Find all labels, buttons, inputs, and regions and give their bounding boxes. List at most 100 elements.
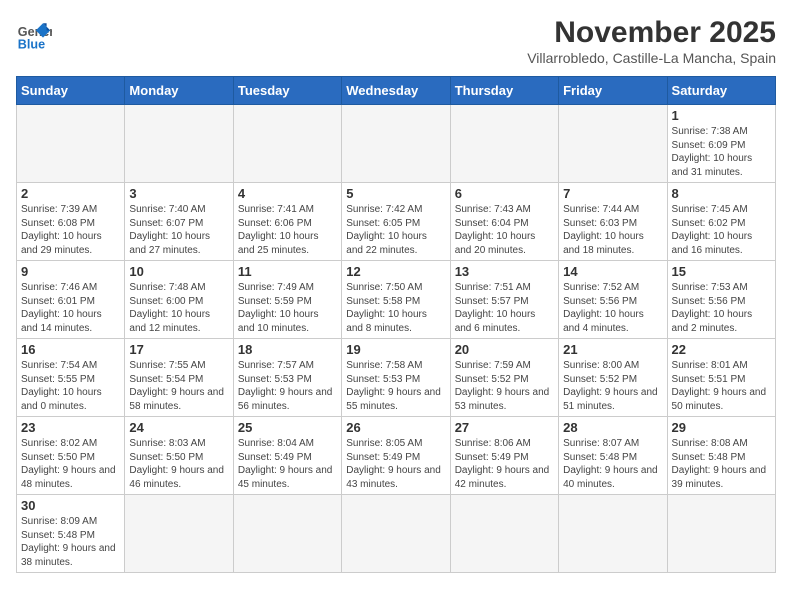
day-cell: 4 Sunrise: 7:41 AM Sunset: 6:06 PM Daylig… <box>233 183 341 261</box>
weekday-header-row: SundayMondayTuesdayWednesdayThursdayFrid… <box>17 77 776 105</box>
day-cell: 20 Sunrise: 7:59 AM Sunset: 5:52 PM Dayli… <box>450 339 558 417</box>
day-cell: 28Sunrise: 8:07 AM Sunset: 5:48 PM Dayli… <box>559 417 667 495</box>
day-cell: 26Sunrise: 8:05 AM Sunset: 5:49 PM Dayli… <box>342 417 450 495</box>
day-cell: 11 Sunrise: 7:49 AM Sunset: 5:59 PM Dayli… <box>233 261 341 339</box>
weekday-header-saturday: Saturday <box>667 77 775 105</box>
day-number: 27 <box>455 420 554 435</box>
day-cell: 23 Sunrise: 8:02 AM Sunset: 5:50 PM Dayli… <box>17 417 125 495</box>
weekday-header-monday: Monday <box>125 77 233 105</box>
day-number: 1 <box>672 108 771 123</box>
week-row-2: 2 Sunrise: 7:39 AM Sunset: 6:08 PM Daylig… <box>17 183 776 261</box>
day-info: Sunrise: 7:59 AM Sunset: 5:52 PM Dayligh… <box>455 359 554 413</box>
day-number: 7 <box>563 186 662 201</box>
day-info: Sunrise: 7:43 AM Sunset: 6:04 PM Dayligh… <box>455 203 554 257</box>
day-info: Sunrise: 7:48 AM Sunset: 6:00 PM Dayligh… <box>129 281 228 335</box>
day-number: 11 <box>238 264 337 279</box>
day-info: Sunrise: 8:04 AM Sunset: 5:49 PM Dayligh… <box>238 437 337 491</box>
day-info: Sunrise: 7:46 AM Sunset: 6:01 PM Dayligh… <box>21 281 120 335</box>
svg-text:Blue: Blue <box>18 37 45 51</box>
day-cell: 9 Sunrise: 7:46 AM Sunset: 6:01 PM Daylig… <box>17 261 125 339</box>
day-info: Sunrise: 7:39 AM Sunset: 6:08 PM Dayligh… <box>21 203 120 257</box>
day-cell: 24 Sunrise: 8:03 AM Sunset: 5:50 PM Dayli… <box>125 417 233 495</box>
weekday-header-sunday: Sunday <box>17 77 125 105</box>
calendar-table: SundayMondayTuesdayWednesdayThursdayFrid… <box>16 76 776 573</box>
day-number: 4 <box>238 186 337 201</box>
page-header: General Blue November 2025 Villarrobledo… <box>16 16 776 66</box>
day-info: Sunrise: 7:58 AM Sunset: 5:53 PM Dayligh… <box>346 359 445 413</box>
day-info: Sunrise: 7:49 AM Sunset: 5:59 PM Dayligh… <box>238 281 337 335</box>
day-number: 17 <box>129 342 228 357</box>
day-cell: 10Sunrise: 7:48 AM Sunset: 6:00 PM Dayli… <box>125 261 233 339</box>
day-info: Sunrise: 7:50 AM Sunset: 5:58 PM Dayligh… <box>346 281 445 335</box>
logo: General Blue <box>16 16 52 52</box>
week-row-5: 23 Sunrise: 8:02 AM Sunset: 5:50 PM Dayli… <box>17 417 776 495</box>
day-info: Sunrise: 7:44 AM Sunset: 6:03 PM Dayligh… <box>563 203 662 257</box>
day-info: Sunrise: 8:01 AM Sunset: 5:51 PM Dayligh… <box>672 359 771 413</box>
day-cell: 12Sunrise: 7:50 AM Sunset: 5:58 PM Dayli… <box>342 261 450 339</box>
day-info: Sunrise: 8:03 AM Sunset: 5:50 PM Dayligh… <box>129 437 228 491</box>
day-info: Sunrise: 8:06 AM Sunset: 5:49 PM Dayligh… <box>455 437 554 491</box>
day-cell: 22 Sunrise: 8:01 AM Sunset: 5:51 PM Dayli… <box>667 339 775 417</box>
logo-icon: General Blue <box>16 16 52 52</box>
weekday-header-thursday: Thursday <box>450 77 558 105</box>
week-row-6: 30 Sunrise: 8:09 AM Sunset: 5:48 PM Dayli… <box>17 495 776 573</box>
month-title: November 2025 <box>527 16 776 50</box>
day-cell: 30 Sunrise: 8:09 AM Sunset: 5:48 PM Dayli… <box>17 495 125 573</box>
day-cell: 18Sunrise: 7:57 AM Sunset: 5:53 PM Dayli… <box>233 339 341 417</box>
day-cell <box>450 495 558 573</box>
day-info: Sunrise: 7:55 AM Sunset: 5:54 PM Dayligh… <box>129 359 228 413</box>
day-number: 24 <box>129 420 228 435</box>
day-cell: 19Sunrise: 7:58 AM Sunset: 5:53 PM Dayli… <box>342 339 450 417</box>
day-number: 8 <box>672 186 771 201</box>
day-cell: 8 Sunrise: 7:45 AM Sunset: 6:02 PM Daylig… <box>667 183 775 261</box>
day-cell: 7 Sunrise: 7:44 AM Sunset: 6:03 PM Daylig… <box>559 183 667 261</box>
day-cell: 21 Sunrise: 8:00 AM Sunset: 5:52 PM Dayli… <box>559 339 667 417</box>
day-cell: 14 Sunrise: 7:52 AM Sunset: 5:56 PM Dayli… <box>559 261 667 339</box>
day-info: Sunrise: 8:09 AM Sunset: 5:48 PM Dayligh… <box>21 515 120 569</box>
day-number: 9 <box>21 264 120 279</box>
day-cell <box>125 495 233 573</box>
week-row-3: 9 Sunrise: 7:46 AM Sunset: 6:01 PM Daylig… <box>17 261 776 339</box>
day-cell: 1 Sunrise: 7:38 AM Sunset: 6:09 PM Daylig… <box>667 105 775 183</box>
day-cell <box>233 495 341 573</box>
day-number: 20 <box>455 342 554 357</box>
day-cell: 17 Sunrise: 7:55 AM Sunset: 5:54 PM Dayli… <box>125 339 233 417</box>
day-info: Sunrise: 7:40 AM Sunset: 6:07 PM Dayligh… <box>129 203 228 257</box>
day-cell <box>233 105 341 183</box>
day-info: Sunrise: 7:38 AM Sunset: 6:09 PM Dayligh… <box>672 125 771 179</box>
day-info: Sunrise: 7:45 AM Sunset: 6:02 PM Dayligh… <box>672 203 771 257</box>
day-cell: 13 Sunrise: 7:51 AM Sunset: 5:57 PM Dayli… <box>450 261 558 339</box>
week-row-4: 16Sunrise: 7:54 AM Sunset: 5:55 PM Dayli… <box>17 339 776 417</box>
day-number: 26 <box>346 420 445 435</box>
day-cell: 29Sunrise: 8:08 AM Sunset: 5:48 PM Dayli… <box>667 417 775 495</box>
day-number: 3 <box>129 186 228 201</box>
day-cell <box>559 495 667 573</box>
day-info: Sunrise: 8:02 AM Sunset: 5:50 PM Dayligh… <box>21 437 120 491</box>
day-number: 22 <box>672 342 771 357</box>
day-info: Sunrise: 7:41 AM Sunset: 6:06 PM Dayligh… <box>238 203 337 257</box>
day-cell <box>342 495 450 573</box>
location: Villarrobledo, Castille-La Mancha, Spain <box>527 50 776 66</box>
weekday-header-wednesday: Wednesday <box>342 77 450 105</box>
day-cell <box>667 495 775 573</box>
day-number: 14 <box>563 264 662 279</box>
day-cell: 6 Sunrise: 7:43 AM Sunset: 6:04 PM Daylig… <box>450 183 558 261</box>
day-info: Sunrise: 7:51 AM Sunset: 5:57 PM Dayligh… <box>455 281 554 335</box>
day-cell: 2 Sunrise: 7:39 AM Sunset: 6:08 PM Daylig… <box>17 183 125 261</box>
day-info: Sunrise: 8:00 AM Sunset: 5:52 PM Dayligh… <box>563 359 662 413</box>
day-number: 2 <box>21 186 120 201</box>
day-cell: 3 Sunrise: 7:40 AM Sunset: 6:07 PM Daylig… <box>125 183 233 261</box>
day-info: Sunrise: 7:52 AM Sunset: 5:56 PM Dayligh… <box>563 281 662 335</box>
day-number: 28 <box>563 420 662 435</box>
title-section: November 2025 Villarrobledo, Castille-La… <box>527 16 776 66</box>
day-number: 23 <box>21 420 120 435</box>
day-number: 6 <box>455 186 554 201</box>
day-number: 13 <box>455 264 554 279</box>
day-cell <box>342 105 450 183</box>
day-info: Sunrise: 7:54 AM Sunset: 5:55 PM Dayligh… <box>21 359 120 413</box>
day-number: 30 <box>21 498 120 513</box>
day-cell: 25Sunrise: 8:04 AM Sunset: 5:49 PM Dayli… <box>233 417 341 495</box>
weekday-header-friday: Friday <box>559 77 667 105</box>
day-number: 21 <box>563 342 662 357</box>
day-cell <box>125 105 233 183</box>
